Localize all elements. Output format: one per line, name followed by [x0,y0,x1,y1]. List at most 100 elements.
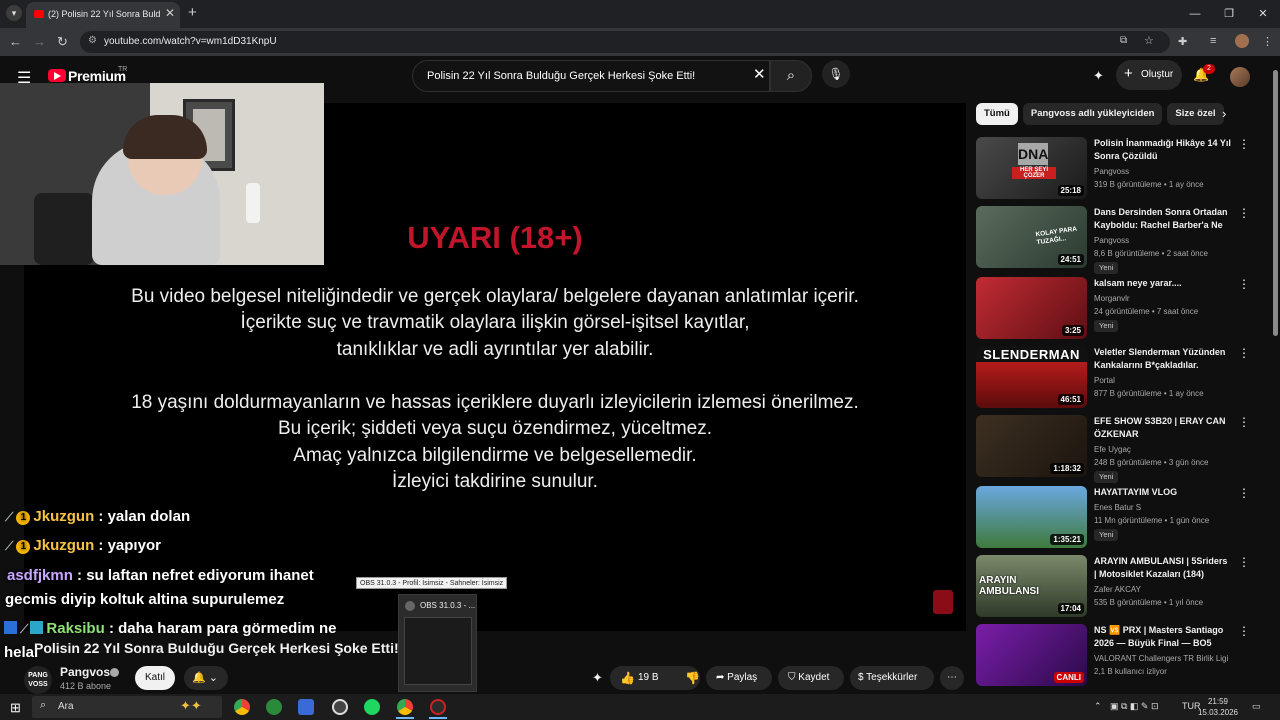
channel-name[interactable]: Zafer AKCAY [1094,585,1141,594]
extensions-icon[interactable]: ✚ [1178,35,1187,48]
ai-spark-icon[interactable]: ✦ [1093,68,1104,84]
chrome-taskbar-icon[interactable] [234,699,250,715]
channel-watermark-icon[interactable] [933,590,953,614]
address-bar[interactable]: ⚙ youtube.com/watch?v=wm1dD31KnpU ⧉ ☆ [80,31,1170,53]
video-thumbnail[interactable]: ARAYIN AMBULANSI 17:04 [976,555,1087,617]
save-button[interactable]: ⛉ Kaydet [778,666,844,690]
taskbar-search-box[interactable]: ⌕ Ara ✦✦ [32,696,222,718]
obs-taskbar-preview[interactable]: OBS 31.0.3 - ... [398,594,477,692]
bookmark-star-icon[interactable]: ☆ [1144,34,1154,47]
tray-overflow-icon[interactable]: ⌃ [1094,701,1102,712]
obs-preview-image[interactable] [404,617,472,685]
reload-icon[interactable]: ↻ [57,34,68,50]
video-thumbnail[interactable]: DNA HER ŞEYİ ÇÖZER 25:18 [976,137,1087,199]
ask-ai-icon[interactable]: ✦ [592,670,603,686]
channel-name[interactable]: Pangvoss [60,665,117,679]
close-tab-icon[interactable]: ✕ [165,6,175,20]
chrome-active-taskbar-icon[interactable] [397,699,413,715]
chip-from-uploader[interactable]: Pangvoss adlı yükleyiciden [1022,103,1163,125]
video-title[interactable]: ARAYIN AMBULANSI | 5Sriders | Motosiklet… [1094,555,1232,581]
video-thumbnail[interactable]: CANLI [976,624,1087,686]
account-avatar[interactable] [1230,67,1250,87]
channel-name[interactable]: VALORANT Challengers TR Birlik Ligi [1094,654,1228,663]
site-info-icon[interactable]: ⚙ [88,35,97,46]
channel-name[interactable]: Pangvoss [1094,167,1129,176]
notification-center-icon[interactable]: ▭ [1252,701,1261,712]
more-options-icon[interactable]: ⋮ [1238,624,1250,638]
page-scrollbar[interactable] [1271,60,1280,694]
share-button[interactable]: ➦ Paylaş [706,666,772,690]
browser-menu-icon[interactable]: ⋮ [1262,35,1273,48]
recommended-video[interactable]: SLENDERMAN 46:51 Veletler Slenderman Yüz… [976,346,1266,410]
channel-name[interactable]: Portal [1094,376,1115,385]
chip-all[interactable]: Tümü [976,103,1018,125]
channel-name[interactable]: Morganvlr [1094,294,1130,303]
more-options-icon[interactable]: ⋮ [1238,346,1250,360]
dislike-icon[interactable]: 👎 [685,666,700,690]
clear-search-icon[interactable]: ✕ [753,65,766,83]
video-thumbnail[interactable]: 1:35:21 [976,486,1087,548]
subscription-bell-button[interactable]: 🔔 ⌄ [184,666,228,690]
reading-list-icon[interactable]: ≡ [1210,35,1216,47]
video-title[interactable]: EFE SHOW S3B20 | ERAY CAN ÖZKENAR [1094,415,1232,441]
video-title[interactable]: HAYATTAYIM VLOG [1094,486,1232,499]
video-meta: 2,1 B kullanıcı izliyor [1094,667,1167,676]
channel-avatar[interactable]: PANG VOSS [24,666,52,694]
video-title[interactable]: NS 🆚 PRX | Masters Santiago 2026 — Büyük… [1094,624,1232,650]
taskbar-clock[interactable]: 21:59 15.03.2026 [1196,696,1240,718]
video-thumbnail[interactable]: 3:25 [976,277,1087,339]
browser-tab-active[interactable]: (2) Polisin 22 Yıl Sonra Bulduğu Gerçek … [26,2,180,28]
new-tab-button[interactable]: + [188,4,197,21]
thanks-button[interactable]: $ Teşekkürler [850,666,934,690]
like-count[interactable]: 19 B [638,666,659,690]
more-options-icon[interactable]: ⋮ [1238,415,1250,429]
like-icon[interactable]: 👍 [620,666,635,690]
install-app-icon[interactable]: ⧉ [1120,35,1127,46]
join-button[interactable]: Katıl [135,666,175,690]
forward-arrow-icon[interactable]: → [33,34,46,49]
restore-icon[interactable]: ❐ [1212,0,1246,28]
more-options-icon[interactable]: ⋮ [1238,137,1250,151]
chip-for-you[interactable]: Size özel [1167,103,1224,125]
recommended-video[interactable]: 1:18:32 EFE SHOW S3B20 | ERAY CAN ÖZKENA… [976,415,1266,483]
recommended-video[interactable]: CANLI NS 🆚 PRX | Masters Santiago 2026 —… [976,624,1266,688]
tab-search-button[interactable]: ▾ [6,5,22,21]
recommended-video[interactable]: DNA HER ŞEYİ ÇÖZER 25:18 Polisin İnanmad… [976,137,1266,201]
tray-apps-icon[interactable]: ▣ ⧉ ◧ ✎ ⊡ [1110,701,1159,712]
video-thumbnail[interactable]: SLENDERMAN 46:51 [976,346,1087,408]
back-arrow-icon[interactable]: ← [9,34,22,49]
minimize-icon[interactable]: — [1178,0,1212,28]
recommended-video[interactable]: 1:35:21 HAYATTAYIM VLOG Enes Batur S 11 … [976,486,1266,550]
video-title[interactable]: Veletler Slenderman Yüzünden Kankalarını… [1094,346,1232,372]
video-thumbnail[interactable]: 1:18:32 [976,415,1087,477]
channel-name[interactable]: Pangvoss [1094,236,1129,245]
more-options-icon[interactable]: ⋮ [1238,206,1250,220]
more-actions-button[interactable]: ⋯ [940,666,964,690]
search-button[interactable]: ⌕ [770,60,812,92]
recommended-video[interactable]: ARAYIN AMBULANSI 17:04 ARAYIN AMBULANSI … [976,555,1266,619]
voice-search-button[interactable]: 🎙 [822,60,850,88]
scrollbar-thumb[interactable] [1273,70,1278,336]
video-title[interactable]: Dans Dersinden Sonra Ortadan Kayboldu: R… [1094,206,1232,233]
xbox-taskbar-icon[interactable] [266,699,282,715]
close-window-icon[interactable]: ✕ [1246,0,1280,28]
recommended-video[interactable]: KOLAY PARA TUZAĞI... 24:51 Dans Dersinde… [976,206,1266,274]
windows-start-icon[interactable]: ⊞ [10,700,21,716]
chevron-right-icon[interactable]: › [1222,106,1226,121]
more-options-icon[interactable]: ⋮ [1238,486,1250,500]
more-options-icon[interactable]: ⋮ [1238,555,1250,569]
settings-taskbar-icon[interactable] [332,699,348,715]
spotify-taskbar-icon[interactable] [364,699,380,715]
channel-name[interactable]: Efe Uygaç [1094,445,1131,454]
create-button[interactable]: + Oluştur [1116,60,1182,90]
more-options-icon[interactable]: ⋮ [1238,277,1250,291]
recommended-video[interactable]: 3:25 kalsam neye yarar.... Morganvlr 24 … [976,277,1266,341]
profile-avatar[interactable] [1235,34,1249,48]
video-title[interactable]: Polisin İnanmadığı Hikâye 14 Yıl Sonra Ç… [1094,137,1232,163]
obs-taskbar-icon[interactable] [430,699,446,715]
channel-name[interactable]: Enes Batur S [1094,503,1141,512]
video-title[interactable]: kalsam neye yarar.... [1094,277,1232,290]
files-taskbar-icon[interactable] [298,699,314,715]
search-input[interactable]: Polisin 22 Yıl Sonra Bulduğu Gerçek Herk… [412,60,770,92]
video-thumbnail[interactable]: KOLAY PARA TUZAĞI... 24:51 [976,206,1087,268]
